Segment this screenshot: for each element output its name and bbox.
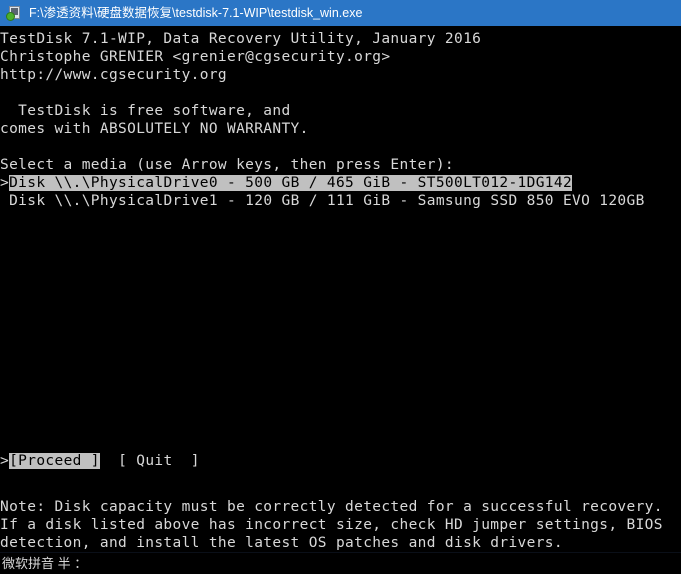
window-title: F:\渗透资料\硬盘数据恢复\testdisk-7.1-WIP\testdisk…: [29, 6, 363, 20]
license-line-2: comes with ABSOLUTELY NO WARRANTY.: [0, 121, 309, 137]
header-line-2: Christophe GRENIER <grenier@cgsecurity.o…: [0, 49, 391, 65]
media-select-prompt: Select a media (use Arrow keys, then pre…: [0, 157, 454, 173]
media-list-item-1[interactable]: Disk \\.\PhysicalDrive1 - 120 GB / 111 G…: [0, 192, 645, 210]
header-line-1: TestDisk 7.1-WIP, Data Recovery Utility,…: [0, 31, 482, 47]
media-list-item-0[interactable]: >Disk \\.\PhysicalDrive0 - 500 GB / 465 …: [0, 174, 573, 192]
application-exe-icon: [6, 5, 22, 21]
note-line-3: detection, and install the latest OS pat…: [0, 535, 563, 551]
action-cursor: >: [0, 453, 10, 469]
note-line-2: If a disk listed above has incorrect siz…: [0, 517, 663, 533]
proceed-button[interactable]: [Proceed ]: [9, 453, 100, 469]
action-gap: [100, 453, 118, 469]
header-line-3: http://www.cgsecurity.org: [0, 67, 227, 83]
license-line-1: TestDisk is free software, and: [0, 103, 291, 119]
note-line-1: Note: Disk capacity must be correctly de…: [0, 499, 663, 515]
media-list-item-0-label: Disk \\.\PhysicalDrive0 - 500 GB / 465 G…: [9, 175, 573, 191]
action-button-row: >[Proceed ] [ Quit ]: [0, 452, 200, 470]
testdisk-console-window: F:\渗透资料\硬盘数据恢复\testdisk-7.1-WIP\testdisk…: [0, 0, 681, 573]
ime-status-bar[interactable]: 微软拼音 半 ：: [0, 552, 681, 573]
media-list-item-1-label: Disk \\.\PhysicalDrive1 - 120 GB / 111 G…: [9, 193, 645, 209]
console-output-area[interactable]: TestDisk 7.1-WIP, Data Recovery Utility,…: [0, 26, 681, 552]
selection-cursor-placeholder: [0, 193, 9, 209]
title-bar[interactable]: F:\渗透资料\硬盘数据恢复\testdisk-7.1-WIP\testdisk…: [0, 0, 681, 26]
quit-button[interactable]: [ Quit ]: [118, 453, 200, 469]
selection-cursor: >: [0, 175, 10, 191]
